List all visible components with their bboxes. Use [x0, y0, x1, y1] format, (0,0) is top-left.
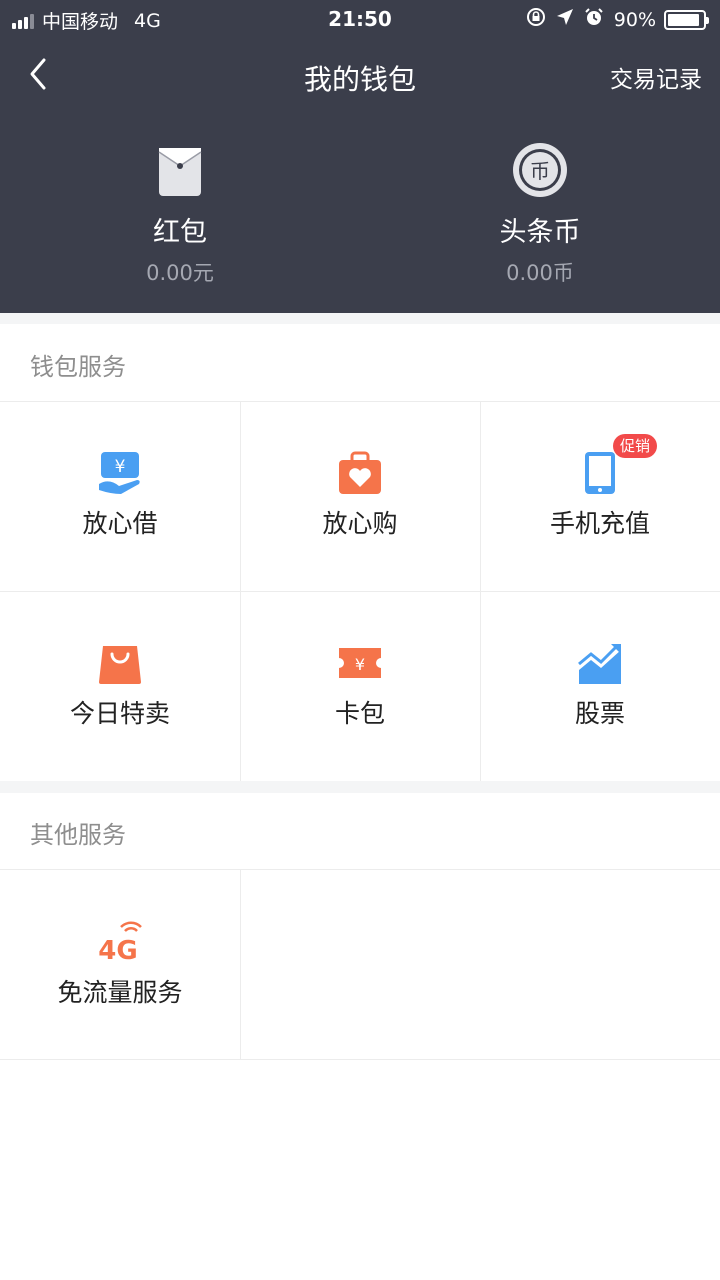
wallet-value: 0.00币 [506, 261, 574, 285]
section-title-wallet-services: 钱包服务 [30, 353, 126, 381]
alarm-clock-icon [584, 7, 604, 32]
coin-icon: 币 [510, 140, 570, 200]
coin-icon-glyph: 币 [530, 159, 550, 183]
service-loan[interactable]: ¥ 放心借 [0, 402, 240, 592]
wallet-value: 0.00元 [146, 261, 214, 285]
signal-strength-icon [12, 13, 36, 29]
red-envelope-icon [150, 140, 210, 200]
network-type: 4G [134, 9, 161, 32]
loan-icon-glyph: ¥ [115, 457, 126, 477]
4g-icon-glyph: 4G [98, 936, 137, 965]
battery-icon [664, 9, 709, 30]
ticket-icon-glyph: ¥ [355, 655, 365, 674]
wallet-header: 中国移动 4G 21:50 90% 我的钱包 交易记录 红包 0.00元 币 头… [0, 0, 720, 313]
transaction-history-link[interactable]: 交易记录 [610, 60, 702, 94]
service-label: 放心购 [322, 509, 398, 538]
nav-bar: 我的钱包 交易记录 [0, 42, 720, 106]
service-card-wallet[interactable]: ¥ 卡包 [240, 592, 480, 782]
location-arrow-icon [556, 8, 574, 31]
service-label: 免流量服务 [57, 978, 183, 1007]
red-envelope-balance[interactable]: 红包 0.00元 [50, 140, 310, 287]
status-bar: 中国移动 4G 21:50 90% [0, 0, 720, 40]
wallet-name: 头条币 [499, 217, 581, 248]
heart-bag-icon [337, 450, 383, 496]
toutiao-coin-balance[interactable]: 币 头条币 0.00币 [410, 140, 670, 287]
section-gap [0, 313, 720, 324]
service-daily-deals[interactable]: 今日特卖 [0, 592, 240, 782]
ticket-icon: ¥ [337, 640, 383, 686]
service-free-data[interactable]: 4G 免流量服务 [0, 871, 240, 1061]
divider [0, 869, 720, 870]
chevron-left-icon[interactable] [22, 54, 58, 94]
section-title-other-services: 其他服务 [30, 821, 126, 849]
divider [240, 869, 241, 1059]
service-phone-topup[interactable]: 促销 手机充值 [480, 402, 720, 592]
service-label: 手机充值 [549, 509, 650, 538]
section-gap [0, 781, 720, 793]
stock-chart-icon [577, 640, 623, 686]
loan-icon: ¥ [97, 450, 143, 496]
service-label: 放心借 [82, 509, 158, 538]
rotation-lock-icon [526, 7, 546, 32]
shopping-bag-icon [97, 640, 143, 686]
promo-badge: 促销 [613, 434, 658, 458]
phone-icon [577, 450, 623, 496]
wallet-name: 红包 [153, 217, 207, 248]
service-label: 今日特卖 [69, 699, 170, 728]
battery-percent: 90% [613, 8, 656, 31]
service-stocks[interactable]: 股票 [480, 592, 720, 782]
service-label: 卡包 [334, 699, 385, 728]
service-safe-shopping[interactable]: 放心购 [240, 402, 480, 592]
4g-icon: 4G [97, 919, 143, 966]
carrier-name: 中国移动 [42, 11, 119, 33]
service-label: 股票 [574, 699, 625, 728]
